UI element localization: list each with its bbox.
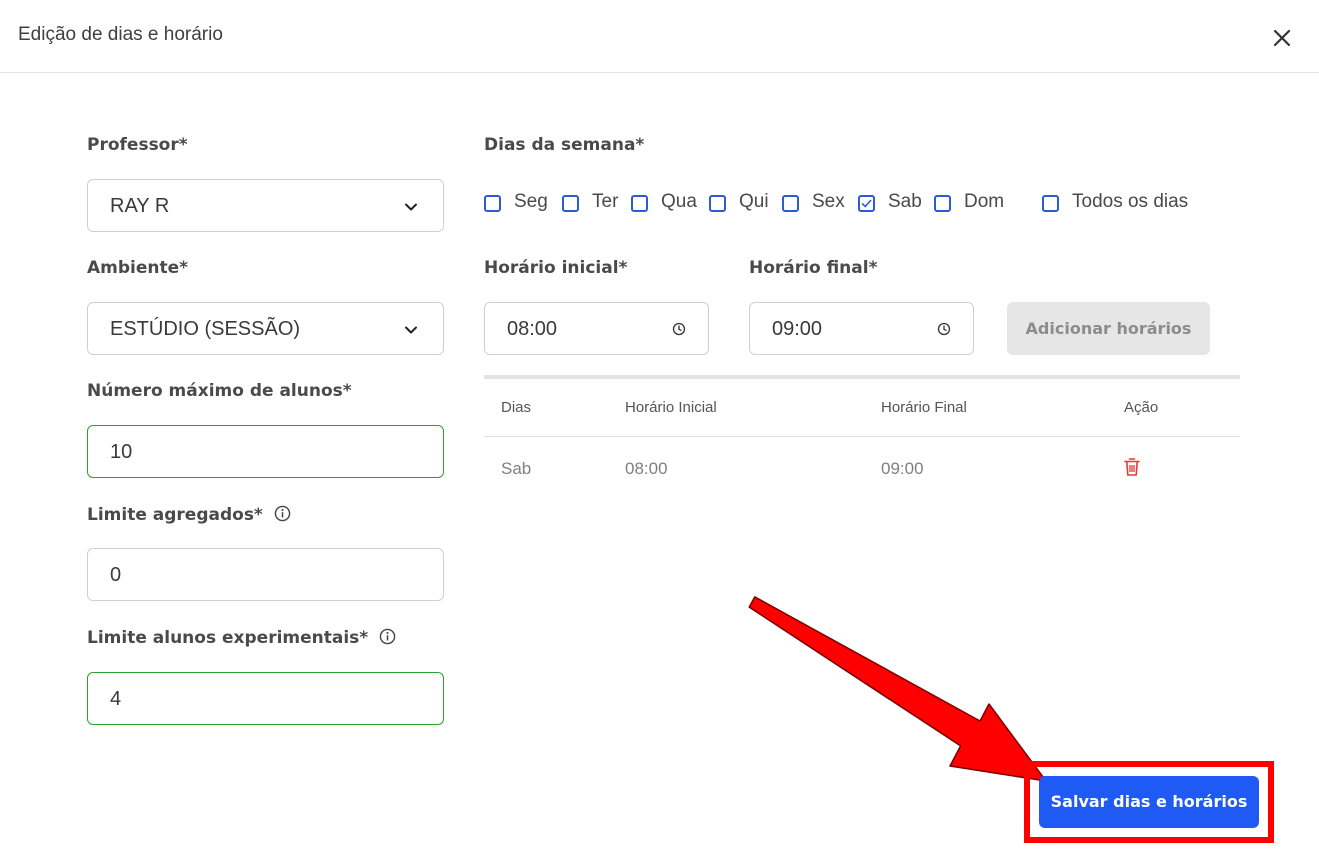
table-divider [484, 375, 1240, 379]
column-header-acao: Ação [1124, 399, 1159, 416]
cell-horario-inicial: 08:00 [625, 459, 668, 478]
horario-inicial-label: Horário inicial* [484, 258, 628, 278]
cell-horario-final: 09:00 [881, 459, 924, 478]
horario-inicial-input[interactable]: 08:00 [484, 302, 709, 355]
modal-header: Edição de dias e horário [0, 0, 1319, 73]
ambiente-label: Ambiente* [87, 258, 189, 278]
limite-experimentais-value: 4 [110, 688, 122, 710]
horario-inicial-value: 08:00 [507, 318, 558, 340]
limite-agregados-value: 0 [110, 564, 122, 586]
checkbox[interactable] [484, 195, 501, 212]
professor-label: Professor* [87, 135, 188, 155]
horario-final-label: Horário final* [749, 258, 878, 278]
salvar-dias-horarios-button[interactable]: Salvar dias e horários [1039, 776, 1259, 828]
professor-select[interactable]: RAY R [87, 179, 444, 232]
limite-agregados-input[interactable]: 0 [87, 548, 444, 601]
clock-icon[interactable] [672, 322, 686, 336]
day-label: Qua [661, 191, 697, 212]
close-button[interactable] [1268, 24, 1296, 52]
info-icon[interactable] [274, 505, 291, 522]
ambiente-value: ESTÚDIO (SESSÃO) [110, 318, 301, 340]
checkbox[interactable] [782, 195, 799, 212]
column-header-dias: Dias [501, 399, 532, 416]
checkmark-icon [861, 199, 872, 208]
max-alunos-label: Número máximo de alunos* [87, 381, 352, 401]
column-header-horario-inicial: Horário Inicial [625, 399, 717, 416]
max-alunos-input[interactable]: 10 [87, 425, 444, 478]
cell-dias: Sab [501, 459, 532, 478]
modal-title: Edição de dias e horário [18, 24, 223, 45]
checkbox[interactable] [934, 195, 951, 212]
horario-final-value: 09:00 [772, 318, 823, 340]
professor-value: RAY R [110, 195, 170, 217]
chevron-down-icon [405, 326, 417, 334]
checkbox-checked[interactable] [858, 195, 875, 212]
dias-semana-label: Dias da semana* [484, 135, 645, 155]
close-icon [1273, 29, 1291, 47]
checkbox[interactable] [631, 195, 648, 212]
max-alunos-value: 10 [110, 441, 133, 463]
limite-agregados-label: Limite agregados* [87, 505, 291, 525]
checkbox[interactable] [709, 195, 726, 212]
day-label: Sab [888, 191, 922, 212]
column-header-horario-final: Horário Final [881, 399, 967, 416]
horario-final-input[interactable]: 09:00 [749, 302, 974, 355]
day-label: Todos os dias [1072, 191, 1189, 212]
limite-agregados-label-text: Limite agregados* [87, 505, 263, 525]
chevron-down-icon [405, 203, 417, 211]
day-label: Ter [592, 191, 619, 212]
limite-experimentais-label: Limite alunos experimentais* [87, 628, 396, 648]
info-icon[interactable] [379, 628, 396, 645]
trash-icon[interactable] [1123, 457, 1141, 477]
ambiente-select[interactable]: ESTÚDIO (SESSÃO) [87, 302, 444, 355]
limite-experimentais-input[interactable]: 4 [87, 672, 444, 725]
checkbox[interactable] [1042, 195, 1059, 212]
table-header-divider [484, 436, 1240, 437]
clock-icon[interactable] [937, 322, 951, 336]
day-label: Seg [514, 191, 548, 212]
day-label: Sex [812, 191, 845, 212]
day-label: Qui [739, 191, 769, 212]
adicionar-horarios-button[interactable]: Adicionar horários [1007, 302, 1210, 355]
day-label: Dom [964, 191, 1005, 212]
checkbox[interactable] [562, 195, 579, 212]
limite-experimentais-label-text: Limite alunos experimentais* [87, 628, 369, 648]
